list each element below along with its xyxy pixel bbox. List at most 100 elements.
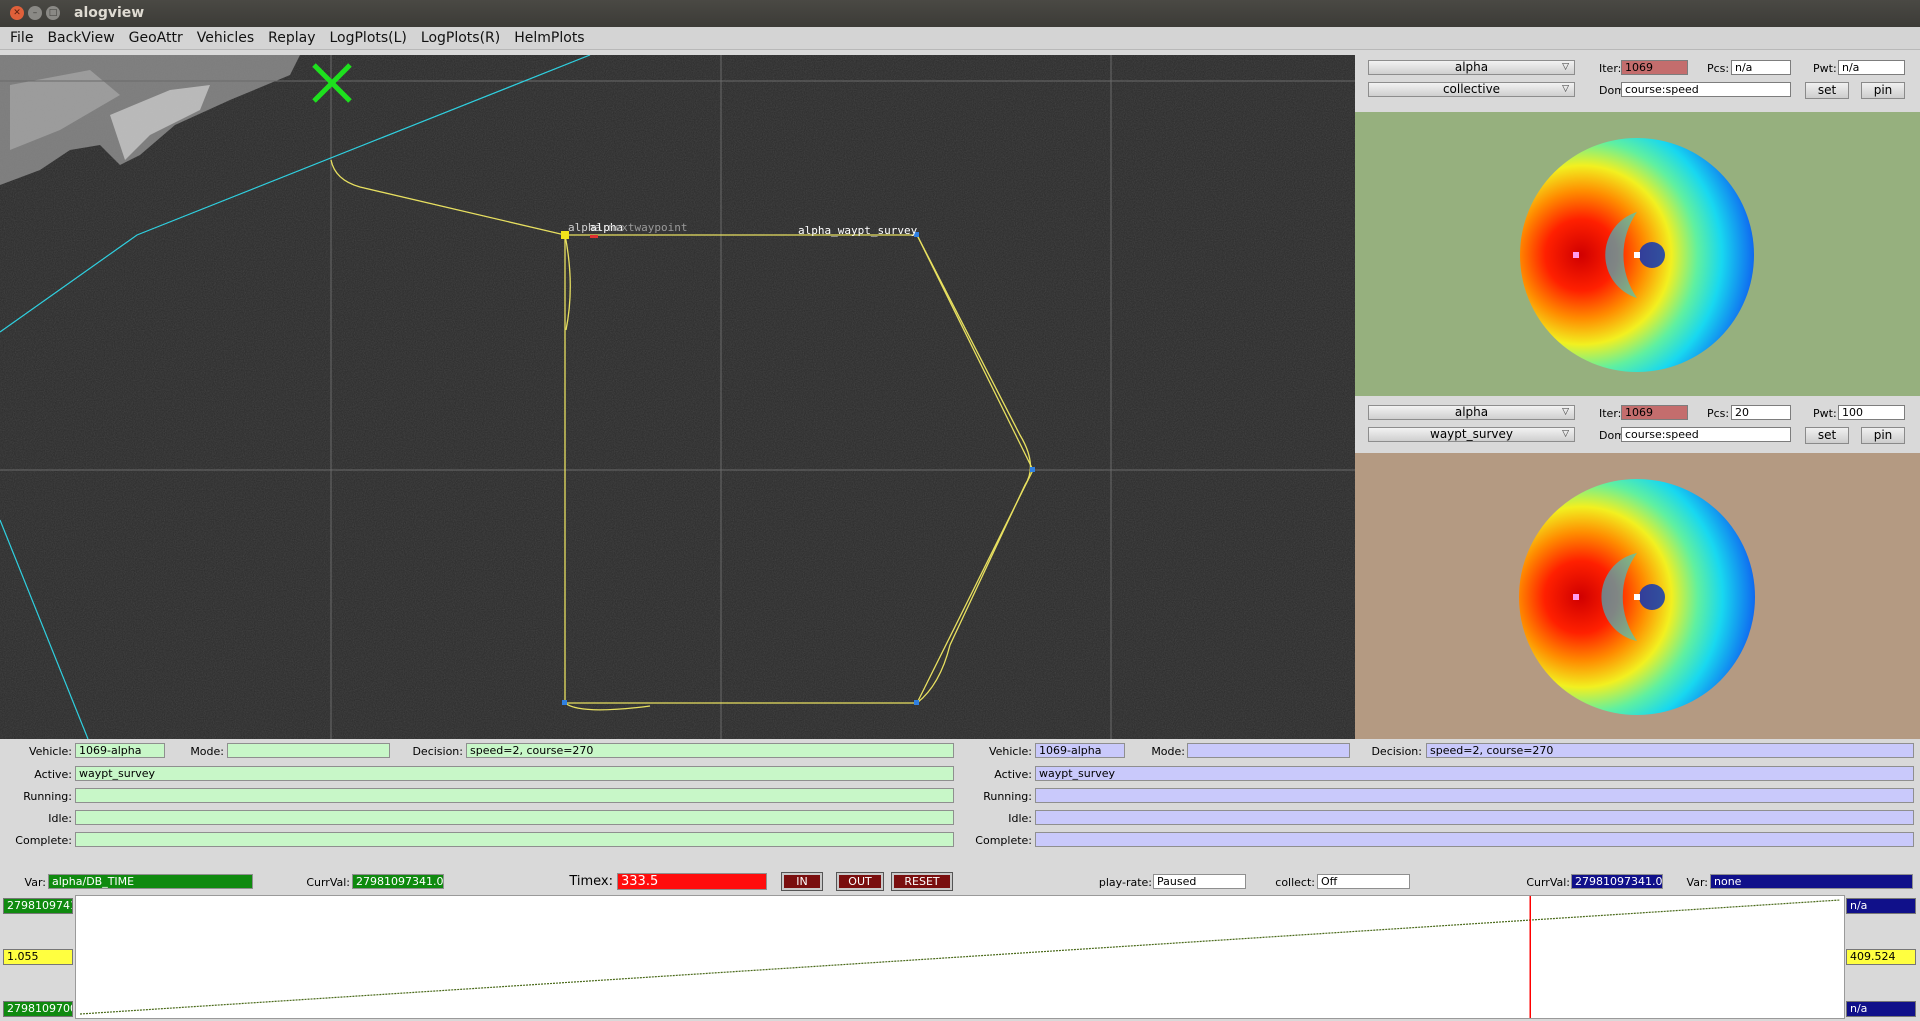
vehicle-select-top[interactable]: alpha ▽: [1368, 60, 1575, 75]
running-field-left: [75, 788, 954, 803]
behavior-select-bottom[interactable]: waypt_survey ▽: [1368, 427, 1575, 442]
in-button[interactable]: IN: [781, 872, 823, 891]
complete-field-left: [75, 832, 954, 847]
idle-field-right: [1035, 810, 1914, 825]
plot-left-min: 27981097009: [3, 1001, 73, 1017]
behavior-select-top-value: collective: [1442, 82, 1501, 96]
decision-field-right: speed=2, course=270: [1426, 743, 1914, 758]
pcs-field-bottom[interactable]: 20: [1731, 405, 1791, 420]
menu-logplots-left[interactable]: LogPlots(L): [322, 30, 413, 46]
survey-label: alpha_waypt_survey: [798, 224, 918, 237]
running-label-left: Running:: [23, 790, 72, 803]
dom-field-bottom[interactable]: course:speed: [1621, 427, 1791, 442]
mode-label-left: Mode:: [190, 745, 224, 758]
menu-replay[interactable]: Replay: [261, 30, 322, 46]
behavior-select-top[interactable]: collective ▽: [1368, 82, 1575, 97]
minimize-icon[interactable]: –: [28, 6, 42, 20]
mode-label-right: Mode:: [1151, 745, 1185, 758]
polar-plot-top[interactable]: [1355, 112, 1920, 396]
active-field-right: waypt_survey: [1035, 766, 1914, 781]
plot-left-max: 27981097417: [3, 898, 73, 914]
best-point-marker-bottom: [1573, 594, 1579, 600]
playrate-field[interactable]: Paused: [1153, 874, 1246, 889]
decision-field-left: speed=2, course=270: [466, 743, 954, 758]
dom-field-top[interactable]: course:speed: [1621, 82, 1791, 97]
plot-left-mid: 1.055: [3, 949, 73, 965]
iter-label: Iter:: [1599, 407, 1622, 420]
vehicle-select-bottom-value: alpha: [1454, 405, 1489, 419]
vehicle-field-left: 1069-alpha: [75, 743, 165, 758]
collect-label: collect:: [1275, 876, 1315, 889]
map-texture: [0, 55, 1355, 739]
menu-helmplots[interactable]: HelmPlots: [507, 30, 591, 46]
polar-bottom-controls: alpha ▽ waypt_survey ▽ Iter: 1069 Pcs: 20 …: [1355, 396, 1920, 453]
pwt-field-bottom[interactable]: 100: [1838, 405, 1905, 420]
map-view[interactable]: alpha alpha nextwaypoint alpha_waypt_sur…: [0, 55, 1355, 739]
pin-button-top[interactable]: pin: [1861, 82, 1905, 99]
complete-label-right: Complete:: [975, 834, 1032, 847]
active-label-right: Active:: [994, 768, 1032, 781]
behavior-select-bottom-value: waypt_survey: [1430, 427, 1513, 441]
pwt-field-top[interactable]: n/a: [1838, 60, 1905, 75]
pwt-label: Pwt:: [1813, 62, 1837, 75]
var-field-left[interactable]: alpha/DB_TIME: [48, 874, 253, 889]
log-plot[interactable]: [75, 895, 1845, 1019]
iter-label: Iter:: [1599, 62, 1622, 75]
currval-field-right: 27981097341.055: [1571, 874, 1663, 889]
mode-field-right: [1187, 743, 1350, 758]
mode-field-left: [227, 743, 390, 758]
polar-center-bottom: [1639, 584, 1665, 610]
close-icon[interactable]: ✕: [10, 6, 24, 20]
vehicle-field-right: 1069-alpha: [1035, 743, 1125, 758]
active-field-left: waypt_survey: [75, 766, 954, 781]
currval-label-right: CurrVal:: [1526, 876, 1570, 889]
menu-bar: File BackView GeoAttr Vehicles Replay Lo…: [0, 27, 1920, 50]
menu-geoattr[interactable]: GeoAttr: [122, 30, 190, 46]
dropdown-arrow-icon: ▽: [1562, 62, 1569, 72]
vehicle-label-left: Vehicle:: [28, 745, 72, 758]
timex-label: Timex:: [569, 874, 613, 889]
timex-field[interactable]: 333.5: [617, 873, 767, 890]
vehicle-label-right: Vehicle:: [988, 745, 1032, 758]
var-field-right[interactable]: none: [1710, 874, 1913, 889]
best-point-marker-top: [1573, 252, 1579, 258]
idle-label-right: Idle:: [1008, 812, 1032, 825]
vehicle-select-bottom[interactable]: alpha ▽: [1368, 405, 1575, 420]
pcs-label: Pcs:: [1707, 62, 1730, 75]
maximize-icon[interactable]: □: [46, 6, 60, 20]
set-button-bottom[interactable]: set: [1805, 427, 1849, 444]
pcs-field-top[interactable]: n/a: [1731, 60, 1791, 75]
next-waypoint-label: nextwaypoint: [608, 221, 687, 234]
plot-series-line: [79, 899, 1841, 1015]
next-waypoint-icon: [590, 235, 598, 238]
menu-vehicles[interactable]: Vehicles: [190, 30, 261, 46]
complete-field-right: [1035, 832, 1914, 847]
decision-label-left: Decision:: [412, 745, 463, 758]
pin-button-bottom[interactable]: pin: [1861, 427, 1905, 444]
vehicle-select-top-value: alpha: [1454, 60, 1489, 74]
origin-marker-bottom: [1634, 594, 1640, 600]
set-button-top[interactable]: set: [1805, 82, 1849, 99]
menu-backview[interactable]: BackView: [40, 30, 121, 46]
reset-button[interactable]: RESET: [891, 872, 953, 891]
polar-top-controls: alpha ▽ collective ▽ Iter: 1069 Pcs: n/a P…: [1355, 55, 1920, 112]
polar-plot-bottom[interactable]: [1355, 453, 1920, 739]
running-label-right: Running:: [983, 790, 1032, 803]
plot-right-max: n/a: [1846, 898, 1916, 914]
var-label-right: Var:: [1686, 876, 1708, 889]
idle-label-left: Idle:: [48, 812, 72, 825]
menu-file[interactable]: File: [3, 30, 40, 46]
dropdown-arrow-icon: ▽: [1562, 84, 1569, 94]
currval-label-left: CurrVal:: [306, 876, 350, 889]
decision-label-right: Decision:: [1371, 745, 1422, 758]
pcs-label: Pcs:: [1707, 407, 1730, 420]
dropdown-arrow-icon: ▽: [1562, 429, 1569, 439]
out-button[interactable]: OUT: [836, 872, 884, 891]
iter-field-bottom[interactable]: 1069: [1621, 405, 1688, 420]
dropdown-arrow-icon: ▽: [1562, 407, 1569, 417]
collect-field[interactable]: Off: [1317, 874, 1410, 889]
origin-marker-top: [1634, 252, 1640, 258]
menu-logplots-right[interactable]: LogPlots(R): [414, 30, 507, 46]
iter-field-top[interactable]: 1069: [1621, 60, 1688, 75]
title-bar: ✕ – □ alogview: [0, 0, 1920, 27]
